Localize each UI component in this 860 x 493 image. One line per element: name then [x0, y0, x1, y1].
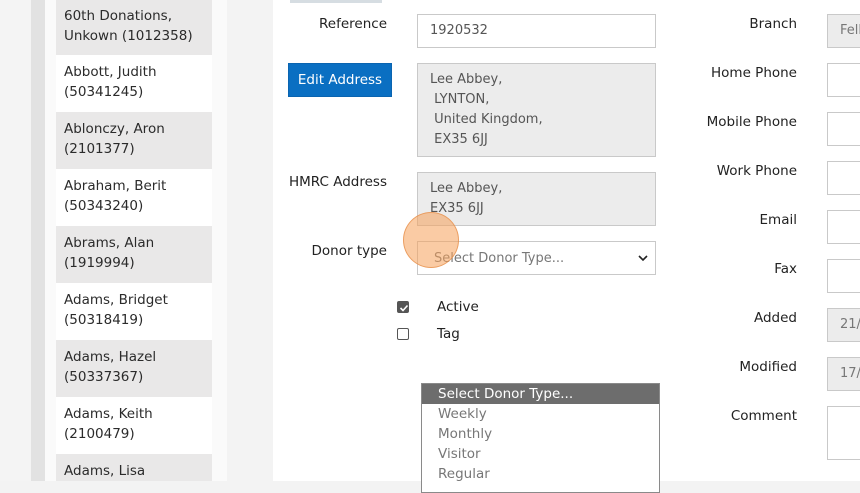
modified-value: 17/ [840, 366, 860, 381]
email-field[interactable] [827, 210, 860, 244]
tag-label: Tag [437, 326, 460, 342]
active-checkbox[interactable] [397, 301, 409, 313]
comment-label: Comment [730, 408, 797, 424]
list-item-label: Ablonczy, Aron (2101377) [64, 121, 165, 157]
email-label: Email [759, 212, 797, 228]
list-item[interactable]: Ablonczy, Aron (2101377) [56, 112, 212, 169]
address-text: Lee Abbey, LYNTON, United Kingdom, EX35 … [430, 72, 543, 147]
tag-checkbox[interactable] [397, 328, 409, 340]
content-gutter [227, 0, 273, 481]
reference-value: 1920532 [430, 23, 488, 38]
branch-value: Fell [840, 23, 860, 38]
donor-type-label: Donor type [311, 243, 387, 259]
active-label: Active [437, 299, 479, 315]
list-item-label: Adams, Hazel (50337367) [64, 349, 157, 385]
home-phone-label: Home Phone [711, 65, 797, 81]
top-tab-edge [290, 0, 382, 3]
mobile-phone-field[interactable] [827, 112, 860, 146]
left-margin [0, 0, 31, 481]
list-item[interactable]: Abrams, Alan (1919994) [56, 226, 212, 283]
added-label: Added [753, 310, 797, 326]
list-item-label: Abrams, Alan (1919994) [64, 235, 155, 271]
dropdown-option[interactable]: Regular [422, 464, 659, 484]
dropdown-option[interactable]: Monthly [422, 424, 659, 444]
reference-field[interactable]: 1920532 [417, 14, 656, 48]
work-phone-field[interactable] [827, 161, 860, 195]
list-item[interactable]: Adams, Lisa [56, 454, 212, 481]
chevron-down-icon [638, 255, 648, 262]
list-item[interactable]: Adams, Hazel (50337367) [56, 340, 212, 397]
list-item-label: Adams, Bridget (50318419) [64, 292, 168, 328]
list-item[interactable]: Adams, Keith (2100479) [56, 397, 212, 454]
list-item[interactable]: Abraham, Berit (50343240) [56, 169, 212, 226]
check-icon [399, 304, 409, 312]
list-item-label: 60th Donations, Unkown (1012358) [64, 8, 193, 44]
list-item[interactable]: Adams, Bridget (50318419) [56, 283, 212, 340]
list-item[interactable]: Abbott, Judith (50341245) [56, 55, 212, 112]
fax-field[interactable] [827, 259, 860, 293]
list-item-label: Abraham, Berit (50343240) [64, 178, 167, 214]
donor-type-dropdown: Select Donor Type... Weekly Monthly Visi… [421, 383, 660, 493]
click-indicator [403, 212, 459, 268]
branch-label: Branch [749, 16, 797, 32]
list-item-label: Abbott, Judith (50341245) [64, 64, 157, 100]
hmrc-address-field: Lee Abbey, EX35 6JJ [417, 172, 656, 226]
modified-label: Modified [739, 359, 797, 375]
modified-field: 17/ [827, 357, 860, 391]
donor-list: 60th Donations, Unkown (1012358) Abbott,… [56, 0, 212, 481]
list-item-label: Adams, Keith (2100479) [64, 406, 153, 442]
added-value: 21/ [840, 317, 860, 332]
list-item-label: Adams, Lisa [64, 463, 146, 479]
dropdown-option[interactable]: Weekly [422, 404, 659, 424]
home-phone-field[interactable] [827, 63, 860, 97]
list-item[interactable]: 60th Donations, Unkown (1012358) [56, 0, 212, 55]
added-field: 21/ [827, 308, 860, 342]
fax-label: Fax [774, 261, 797, 277]
comment-field[interactable] [827, 406, 860, 460]
mobile-phone-label: Mobile Phone [706, 114, 797, 130]
work-phone-label: Work Phone [716, 163, 797, 179]
hmrc-address-label: HMRC Address [289, 174, 387, 190]
branch-field[interactable]: Fell [827, 14, 860, 48]
dropdown-option[interactable]: Visitor [422, 444, 659, 464]
list-scroll-track[interactable] [31, 0, 45, 481]
reference-label: Reference [319, 16, 387, 32]
dropdown-option[interactable]: Select Donor Type... [422, 384, 659, 404]
address-field: Lee Abbey, LYNTON, United Kingdom, EX35 … [417, 63, 656, 157]
edit-address-button[interactable]: Edit Address [288, 63, 392, 97]
